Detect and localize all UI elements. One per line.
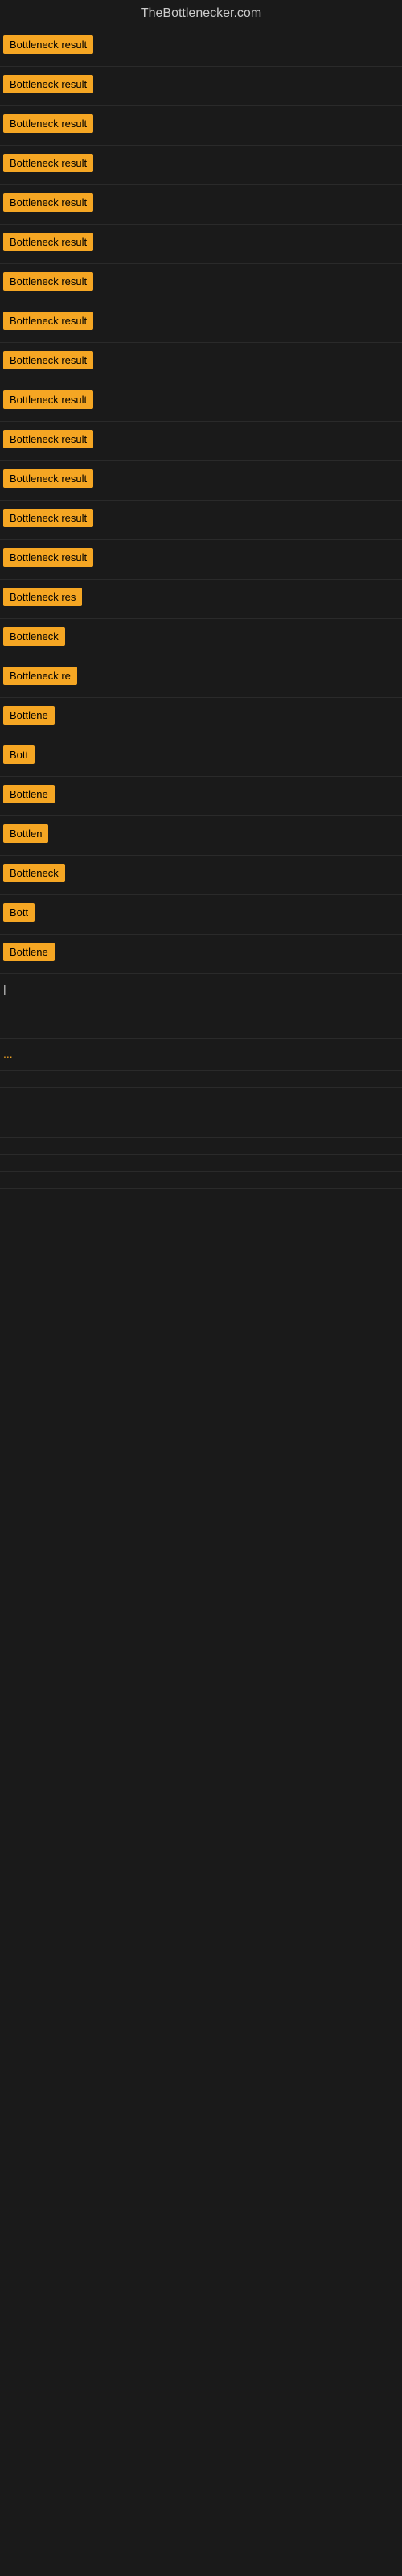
result-row bbox=[0, 1155, 402, 1172]
results-list: Bottleneck result Bottleneck result Bottle… bbox=[0, 27, 402, 1189]
bottleneck-badge[interactable]: Bottleneck bbox=[3, 627, 65, 646]
bottleneck-badge[interactable]: Bottleneck bbox=[3, 864, 65, 882]
result-row: Bottleneck result bbox=[0, 382, 402, 422]
result-row bbox=[0, 1138, 402, 1155]
result-row: Bottleneck re bbox=[0, 658, 402, 698]
bottleneck-badge[interactable]: Bottleneck result bbox=[3, 548, 93, 567]
result-row: Bottleneck result bbox=[0, 303, 402, 343]
result-row: Bottlen bbox=[0, 816, 402, 856]
bottleneck-badge[interactable]: Bottleneck result bbox=[3, 312, 93, 330]
bottleneck-badge[interactable]: Bottleneck result bbox=[3, 272, 93, 291]
result-row bbox=[0, 1172, 402, 1189]
result-row: Bott bbox=[0, 895, 402, 935]
site-header: TheBottlenecker.com bbox=[0, 0, 402, 27]
result-row: Bottlene bbox=[0, 935, 402, 974]
result-row: Bottleneck result bbox=[0, 27, 402, 67]
bottleneck-badge[interactable]: Bottleneck result bbox=[3, 193, 93, 212]
cursor-indicator: | bbox=[3, 982, 6, 995]
bottleneck-badge[interactable]: Bottleneck result bbox=[3, 469, 93, 488]
result-row bbox=[0, 1071, 402, 1088]
bottleneck-badge[interactable]: Bott bbox=[3, 903, 35, 922]
result-row: Bottleneck result bbox=[0, 264, 402, 303]
bottleneck-badge[interactable]: Bottleneck result bbox=[3, 351, 93, 369]
result-row: Bottleneck result bbox=[0, 540, 402, 580]
result-row bbox=[0, 1005, 402, 1022]
result-row: Bottleneck result bbox=[0, 67, 402, 106]
bottleneck-badge[interactable]: Bottleneck result bbox=[3, 114, 93, 133]
bottleneck-badge[interactable]: Bottlene bbox=[3, 706, 55, 724]
result-row: Bottleneck result bbox=[0, 422, 402, 461]
bottleneck-badge[interactable]: Bottlene bbox=[3, 785, 55, 803]
bottleneck-badge[interactable]: Bottleneck result bbox=[3, 154, 93, 172]
result-row: Bottleneck result bbox=[0, 461, 402, 501]
result-row: Bottleneck bbox=[0, 856, 402, 895]
bottleneck-badge[interactable]: Bottleneck result bbox=[3, 35, 93, 54]
result-row bbox=[0, 1088, 402, 1104]
result-row: | bbox=[0, 974, 402, 1005]
bottleneck-badge[interactable]: Bottleneck result bbox=[3, 75, 93, 93]
bottleneck-badge[interactable]: Bottleneck res bbox=[3, 588, 82, 606]
result-row bbox=[0, 1104, 402, 1121]
result-row: Bottleneck result bbox=[0, 225, 402, 264]
result-row: Bottleneck res bbox=[0, 580, 402, 619]
site-title: TheBottlenecker.com bbox=[0, 0, 402, 27]
result-row bbox=[0, 1121, 402, 1138]
bottleneck-badge[interactable]: Bott bbox=[3, 745, 35, 764]
bottleneck-badge[interactable]: Bottleneck result bbox=[3, 509, 93, 527]
bottleneck-badge[interactable]: Bottleneck result bbox=[3, 390, 93, 409]
bottleneck-badge[interactable]: Bottlen bbox=[3, 824, 48, 843]
bottleneck-badge[interactable]: Bottleneck result bbox=[3, 233, 93, 251]
result-row: Bottleneck result bbox=[0, 501, 402, 540]
result-row: Bottlene bbox=[0, 777, 402, 816]
result-row: Bottleneck result bbox=[0, 106, 402, 146]
result-row: Bottleneck bbox=[0, 619, 402, 658]
result-row: Bottleneck result bbox=[0, 185, 402, 225]
result-row: ... bbox=[0, 1039, 402, 1071]
bottleneck-badge[interactable]: Bottlene bbox=[3, 943, 55, 961]
ellipsis-indicator: ... bbox=[3, 1047, 13, 1060]
result-row: Bottleneck result bbox=[0, 343, 402, 382]
bottleneck-badge[interactable]: Bottleneck re bbox=[3, 667, 77, 685]
result-row: Bottlene bbox=[0, 698, 402, 737]
result-row: Bottleneck result bbox=[0, 146, 402, 185]
bottleneck-badge[interactable]: Bottleneck result bbox=[3, 430, 93, 448]
result-row bbox=[0, 1022, 402, 1039]
result-row: Bott bbox=[0, 737, 402, 777]
